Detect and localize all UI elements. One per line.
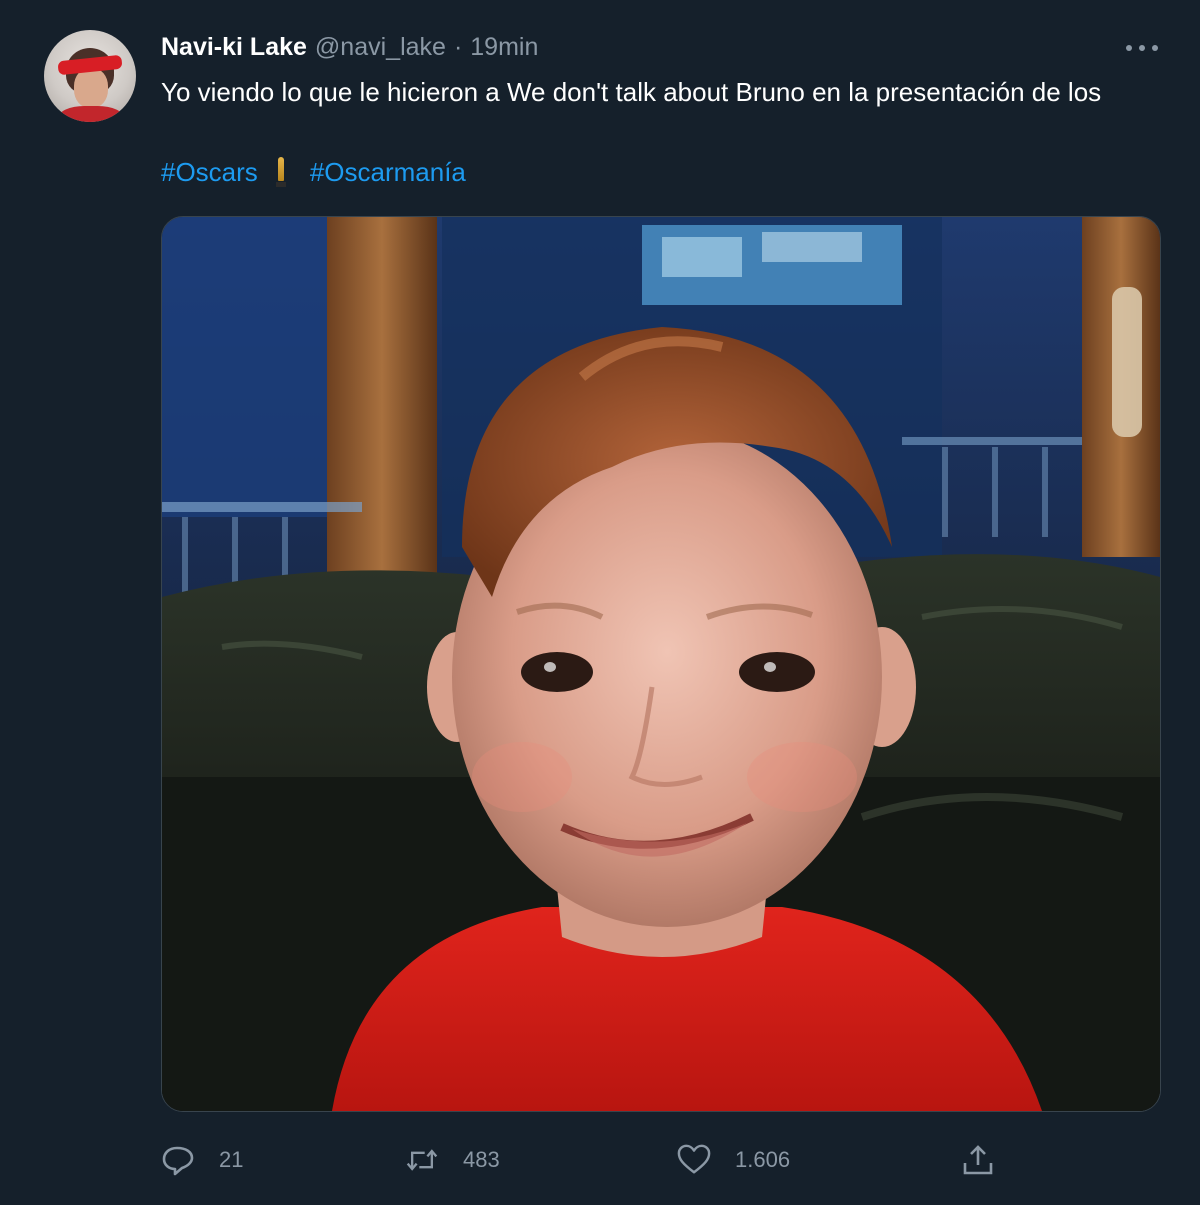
retweet-button[interactable]: 483 [405, 1136, 500, 1184]
more-icon[interactable] [1126, 36, 1158, 60]
hashtags: #Oscars #Oscarmanía [161, 152, 466, 192]
separator-dot: · [453, 32, 463, 61]
tweet-actions: 21 483 1.606 [161, 1136, 1161, 1184]
display-name[interactable]: Navi-ki Lake [161, 33, 307, 62]
share-icon [961, 1143, 995, 1177]
avatar-shirt [58, 106, 124, 122]
more-dot [1126, 45, 1132, 51]
tweet-image[interactable] [161, 216, 1161, 1112]
retweet-count: 483 [463, 1147, 500, 1172]
avatar[interactable] [44, 30, 136, 122]
share-button[interactable] [961, 1136, 1019, 1184]
like-count: 1.606 [735, 1147, 791, 1172]
oscar-trophy-icon [275, 157, 286, 187]
reply-count: 21 [219, 1147, 244, 1172]
user-handle[interactable]: @navi_lake [315, 33, 446, 62]
timestamp[interactable]: 19min [470, 33, 538, 62]
hashtag-oscarmania[interactable]: #Oscarmanía [310, 157, 466, 188]
tweet: Navi-ki Lake @navi_lake · 19min Yo viend… [0, 0, 1200, 1205]
heart-icon [677, 1143, 711, 1177]
more-dot [1152, 45, 1158, 51]
tweet-header: Navi-ki Lake @navi_lake · 19min [161, 30, 538, 64]
tweet-image-photo [162, 217, 1160, 1111]
avatar-face [74, 68, 108, 108]
reply-button[interactable]: 21 [161, 1136, 243, 1184]
like-button[interactable]: 1.606 [677, 1136, 790, 1184]
reply-icon [161, 1143, 195, 1177]
hashtag-oscars[interactable]: #Oscars [161, 157, 258, 188]
tweet-text: Yo viendo lo que le hicieron a We don't … [161, 77, 1102, 107]
retweet-icon [405, 1143, 439, 1177]
more-dot [1139, 45, 1145, 51]
